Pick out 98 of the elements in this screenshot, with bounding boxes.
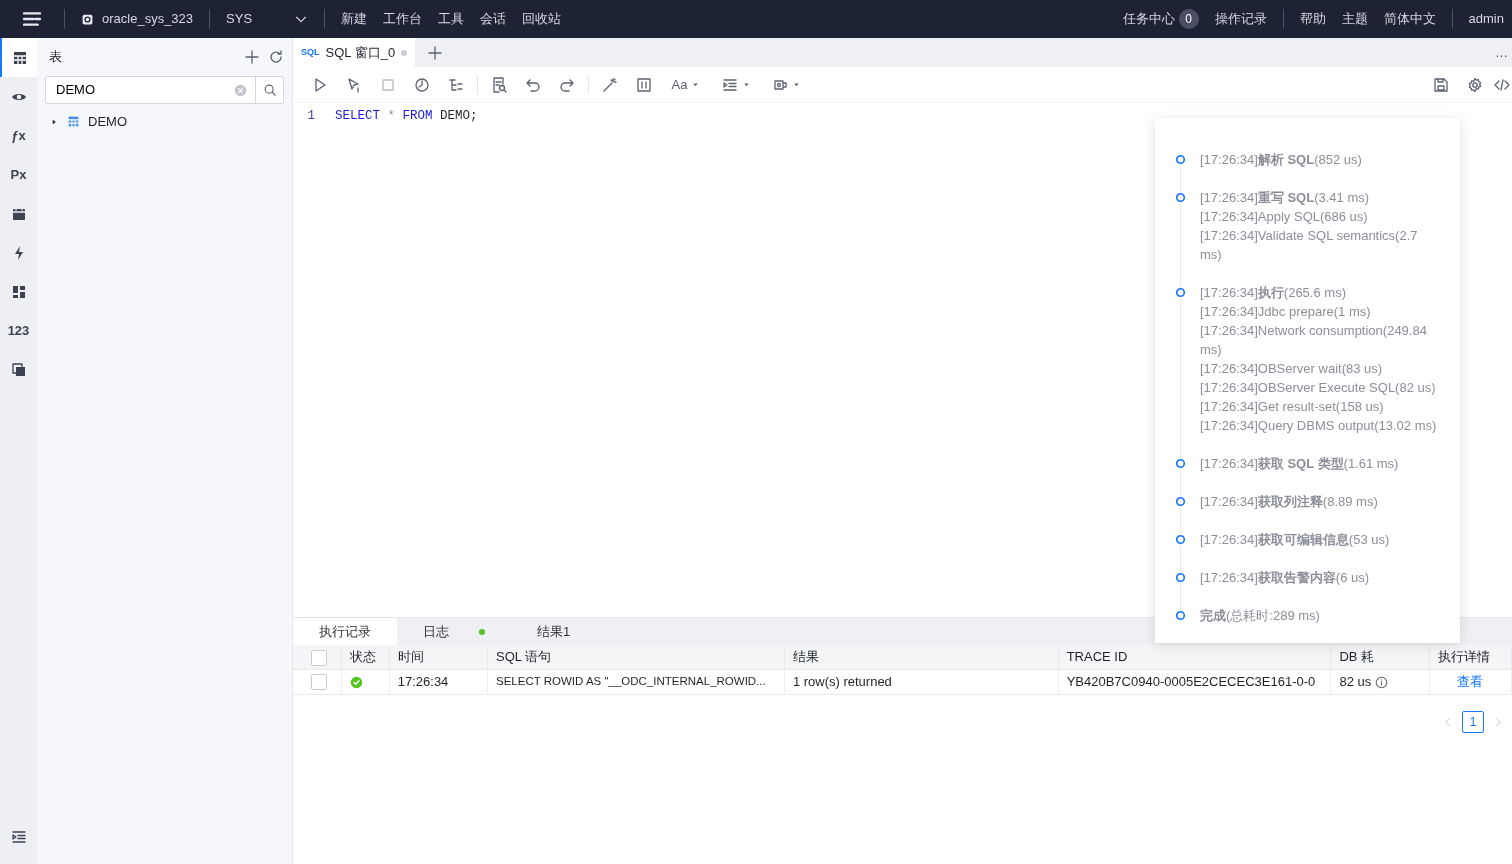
tree-icon	[448, 76, 464, 93]
database-icon	[81, 12, 94, 26]
timeline-step: [17:26:34]获取可编辑信息(53 us)	[1200, 530, 1390, 549]
gear-icon	[1467, 76, 1483, 93]
table-icon	[11, 49, 28, 66]
table-cell: 1 row(s) returned	[792, 673, 892, 689]
line-number: 1	[306, 108, 316, 125]
column-header: TRACE ID	[1066, 649, 1128, 664]
timeline-detail: [17:26:34]OBServer Execute SQL(82 us)	[1200, 379, 1437, 397]
menu-item[interactable]: 工具	[438, 9, 465, 29]
column-header: 执行详情	[1437, 649, 1490, 664]
timeline-step: [17:26:34]执行(265.6 ms)	[1200, 283, 1437, 302]
column-header: SQL 语句	[496, 649, 552, 664]
info-icon[interactable]	[1375, 675, 1389, 689]
timeline-dot	[1175, 287, 1186, 298]
page-button[interactable]: 1	[1462, 710, 1484, 733]
timeline-dot	[1175, 192, 1186, 203]
task-center-link[interactable]: 任务中心	[1122, 9, 1175, 29]
timeline-detail: [17:26:34]OBServer wait(83 us)	[1200, 360, 1384, 378]
magic-wand-icon	[602, 76, 618, 93]
timeline-step: [17:26:34]获取告警内容(6 us)	[1200, 568, 1370, 587]
nav-link[interactable]: 主题	[1341, 9, 1368, 29]
clock-icon	[414, 76, 430, 93]
refresh-button[interactable]	[268, 49, 284, 65]
font-button[interactable]: Aa	[669, 70, 703, 99]
indent-icon	[10, 828, 27, 845]
column-header: 结果	[792, 649, 819, 664]
tree-item[interactable]: DEMO	[49, 112, 284, 132]
menu-item[interactable]: 工作台	[383, 9, 423, 29]
stop-icon	[380, 76, 396, 93]
more-button[interactable]: …	[1495, 42, 1508, 63]
save-icon	[1433, 76, 1449, 93]
table-cell: SELECT ROWID AS "__ODC_INTERNAL_ROWID...	[496, 674, 766, 687]
timeline-detail: [17:26:34]Network consumption(249.84 ms)	[1200, 322, 1428, 359]
search-field[interactable]: DEMO	[45, 76, 284, 104]
timeline-detail: [17:26:34]Jdbc prepare(1 ms)	[1200, 303, 1372, 321]
column-header: 状态	[349, 649, 376, 664]
nav-link[interactable]: 操作记录	[1214, 9, 1267, 29]
caret-icon	[791, 80, 801, 89]
nav-link[interactable]: 简体中文	[1383, 9, 1436, 29]
timeline-step: [17:26:34]获取列注释(8.89 ms)	[1200, 492, 1378, 511]
view-link[interactable]: 查看	[1457, 673, 1484, 689]
table-icon	[67, 115, 80, 129]
code-line: SELECT * FROM DEMO;	[335, 108, 478, 125]
caret-icon	[691, 80, 701, 89]
add-button[interactable]	[244, 49, 260, 65]
result-tab[interactable]: 结果1	[511, 618, 597, 646]
copy-icon	[10, 361, 27, 378]
count-badge: 0	[1178, 9, 1199, 29]
search-icon	[262, 83, 277, 97]
menu-item[interactable]: 会话	[480, 9, 507, 29]
table-cell: YB420B7C0940-0005E2CECEC3E161-0-0	[1066, 673, 1316, 689]
caret-icon	[741, 80, 751, 89]
new-tab-button[interactable]	[427, 44, 444, 61]
logo-icon[interactable]	[22, 10, 42, 28]
column-header: DB 耗	[1339, 649, 1375, 664]
timeline-dot	[1175, 458, 1186, 469]
table-cell: 82 us	[1339, 673, 1372, 689]
user-menu[interactable]: admin	[1468, 9, 1504, 29]
document-search-icon	[491, 76, 507, 93]
result-tab[interactable]: 执行记录	[293, 618, 397, 646]
dashboard-icon	[10, 283, 27, 300]
table-cell: 17:26:34	[397, 673, 449, 689]
tree-label: DEMO	[88, 113, 127, 131]
timeline-detail: [17:26:34]Get result-set(158 us)	[1200, 398, 1385, 416]
timeline-dot	[1175, 496, 1186, 507]
timeline-detail: [17:26:34]Apply SQL(686 us)	[1200, 208, 1369, 226]
timeline-step: [17:26:34]解析 SQL(852 us)	[1200, 150, 1362, 169]
timeline-detail: [17:26:34]Query DBMS output(13.02 ms)	[1200, 417, 1437, 435]
column-header: 时间	[397, 649, 424, 664]
timeline-dot	[1175, 154, 1186, 165]
menu-item[interactable]: 回收站	[522, 9, 562, 29]
refresh-icon	[268, 49, 284, 65]
timeline-step: 完成(总耗时:289 ms)	[1200, 606, 1320, 625]
play-icon	[312, 76, 328, 93]
select-all-checkbox[interactable]	[311, 649, 327, 666]
rail-item[interactable]: 123	[0, 311, 37, 350]
rail-item[interactable]: Px	[0, 155, 37, 194]
rail-item[interactable]: ƒx	[0, 116, 37, 155]
cursor-icon	[346, 76, 362, 93]
menu-item[interactable]: 新建	[341, 9, 368, 29]
plus-icon	[244, 49, 260, 65]
indent-icon	[721, 76, 738, 93]
sidebar-title: 表	[49, 48, 62, 67]
timeline-detail: [17:26:34]Validate SQL semantics(2.7 ms)	[1200, 227, 1419, 264]
box-icon	[636, 76, 652, 93]
nav-link[interactable]: 帮助	[1299, 9, 1326, 29]
datasource-selector[interactable]: oracle_sys_323	[81, 9, 194, 29]
row-checkbox[interactable]	[311, 674, 327, 691]
plus-icon	[427, 44, 444, 61]
schema-dropdown[interactable]: SYS	[226, 9, 309, 29]
timeline-dot	[1175, 610, 1186, 621]
timeline-dot	[1175, 572, 1186, 583]
editor-tab[interactable]: SQL SQL 窗口_0	[293, 38, 416, 67]
search-input[interactable]: DEMO	[46, 80, 234, 100]
timeline-step: [17:26:34]获取 SQL 类型(1.61 ms)	[1200, 454, 1399, 473]
timeline-step: [17:26:34]重写 SQL(3.41 ms)	[1200, 188, 1437, 207]
timeline-dot	[1175, 534, 1186, 545]
